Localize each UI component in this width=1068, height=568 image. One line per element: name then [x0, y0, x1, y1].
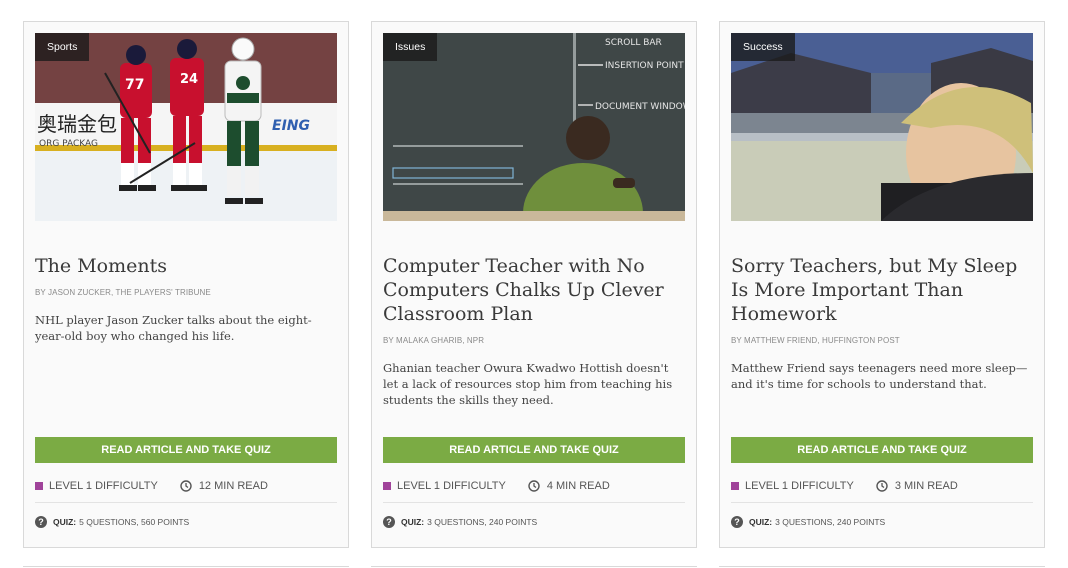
article-description: Ghanian teacher Owura Kwadwo Hottish doe…	[383, 361, 673, 407]
image-chalk-text: INSERTION POINT	[605, 61, 684, 71]
read-article-button[interactable]: READ ARTICLE AND TAKE QUIZ	[731, 437, 1033, 463]
article-meta: LEVEL 1 DIFFICULTY 3 MIN READ	[731, 476, 1033, 496]
article-byline: BY MATTHEW FRIEND, HUFFINGTON POST	[731, 336, 900, 345]
read-time-label: 12 MIN READ	[198, 480, 268, 492]
read-time-label: 4 MIN READ	[546, 480, 610, 492]
square-marker-icon	[35, 482, 43, 490]
article-card[interactable]: 奥瑞金包 ORG PACKAG EING 77 24 Sports The Mo…	[23, 21, 349, 548]
sleeping-student-photo	[731, 33, 1033, 221]
article-image[interactable]: SCROLL BAR INSERTION POINT DOCUMENT WIND…	[383, 33, 685, 221]
article-image[interactable]: 奥瑞金包 ORG PACKAG EING 77 24 Sports	[35, 33, 337, 221]
next-card-edge	[719, 566, 1045, 567]
article-meta: LEVEL 1 DIFFICULTY 4 MIN READ	[383, 476, 685, 496]
read-article-button[interactable]: READ ARTICLE AND TAKE QUIZ	[35, 437, 337, 463]
article-title[interactable]: Sorry Teachers, but My Sleep Is More Imp…	[731, 254, 1033, 326]
category-badge: Issues	[383, 33, 438, 61]
quiz-label: QUIZ:	[53, 517, 77, 527]
difficulty-label: LEVEL 1 DIFFICULTY	[397, 480, 506, 492]
article-byline: BY JASON ZUCKER, THE PLAYERS' TRIBUNE	[35, 288, 211, 297]
next-card-edge	[371, 566, 697, 567]
quiz-details: 3 QUESTIONS, 240 POINTS	[427, 517, 538, 527]
clock-icon	[876, 480, 888, 492]
square-marker-icon	[383, 482, 391, 490]
question-circle-icon: ?	[383, 516, 395, 528]
quiz-info: ? QUIZ: 3 QUESTIONS, 240 POINTS	[383, 515, 685, 529]
image-chalk-text: SCROLL BAR	[605, 38, 662, 48]
divider	[383, 502, 685, 503]
quiz-info: ? QUIZ: 3 QUESTIONS, 240 POINTS	[731, 515, 1033, 529]
clock-icon	[528, 480, 540, 492]
svg-text:77: 77	[125, 77, 144, 93]
image-sponsor-text: EING	[272, 118, 310, 134]
article-card[interactable]: SCROLL BAR INSERTION POINT DOCUMENT WIND…	[371, 21, 697, 548]
read-article-button[interactable]: READ ARTICLE AND TAKE QUIZ	[383, 437, 685, 463]
quiz-label: QUIZ:	[401, 517, 425, 527]
quiz-label: QUIZ:	[749, 517, 773, 527]
quiz-details: 3 QUESTIONS, 240 POINTS	[775, 517, 886, 527]
square-marker-icon	[731, 482, 739, 490]
question-circle-icon: ?	[35, 516, 47, 528]
read-time-label: 3 MIN READ	[894, 480, 958, 492]
article-meta: LEVEL 1 DIFFICULTY 12 MIN READ	[35, 476, 337, 496]
quiz-details: 5 QUESTIONS, 560 POINTS	[79, 517, 190, 527]
hockey-photo: 奥瑞金包 ORG PACKAG EING 77 24	[35, 33, 337, 221]
divider	[35, 502, 337, 503]
quiz-info: ? QUIZ: 5 QUESTIONS, 560 POINTS	[35, 515, 337, 529]
clock-icon	[180, 480, 192, 492]
article-card[interactable]: Success Sorry Teachers, but My Sleep Is …	[719, 21, 1045, 548]
article-byline: BY MALAKA GHARIB, NPR	[383, 336, 485, 345]
image-sponsor-text: ORG PACKAG	[39, 139, 98, 149]
article-image[interactable]: Success	[731, 33, 1033, 221]
svg-text:24: 24	[180, 72, 198, 87]
next-card-edge	[23, 566, 349, 567]
article-description: NHL player Jason Zucker talks about the …	[35, 313, 312, 343]
question-circle-icon: ?	[731, 516, 743, 528]
image-sponsor-text: 奥瑞金包	[37, 112, 117, 136]
article-description: Matthew Friend says teenagers need more …	[731, 361, 1028, 391]
article-title[interactable]: The Moments	[35, 254, 337, 278]
difficulty-label: LEVEL 1 DIFFICULTY	[49, 480, 158, 492]
difficulty-label: LEVEL 1 DIFFICULTY	[745, 480, 854, 492]
image-chalk-text: DOCUMENT WINDOW	[595, 102, 685, 112]
category-badge: Sports	[35, 33, 90, 61]
divider	[731, 502, 1033, 503]
category-badge: Success	[731, 33, 795, 61]
chalkboard-photo: SCROLL BAR INSERTION POINT DOCUMENT WIND…	[383, 33, 685, 221]
article-title[interactable]: Computer Teacher with No Computers Chalk…	[383, 254, 685, 326]
